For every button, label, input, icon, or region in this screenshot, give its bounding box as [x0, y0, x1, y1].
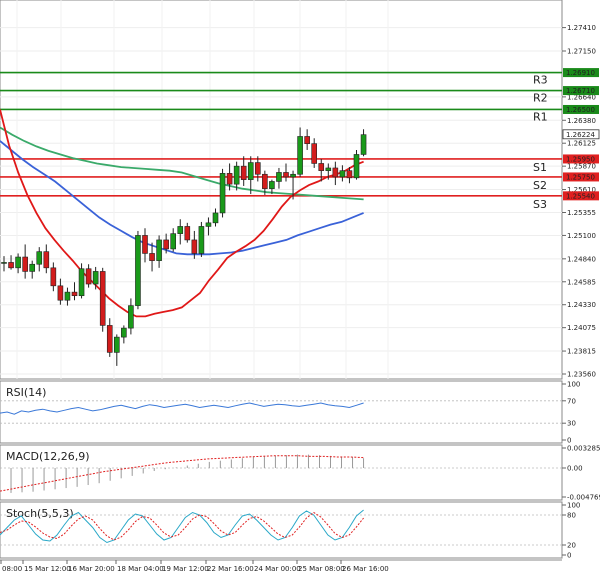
price-tick-label: 1.25870 — [567, 163, 596, 171]
time-label: 22 Mar 16:00 — [207, 565, 254, 573]
indicator-frame — [0, 501, 563, 559]
candle — [198, 221, 205, 258]
indicator-name: MACD(12,26,9) — [6, 450, 90, 463]
price-tick-label: 1.25100 — [567, 232, 596, 240]
level-name-s3: S3 — [533, 198, 547, 211]
indicator-frame — [0, 380, 563, 444]
level-price-label: 1.25750 — [566, 173, 595, 181]
price-tick-label: 1.23560 — [567, 371, 596, 379]
candle — [78, 263, 85, 299]
price-tick-label: 1.25355 — [567, 209, 596, 217]
indicator-tick-label: 0.00 — [567, 464, 583, 472]
indicator-panel-3: 100 80 20 0 Stoch(5,5,3) — [0, 501, 580, 560]
time-label: 25 Mar 08:00 — [298, 565, 345, 573]
price-tick-label: 1.27150 — [567, 47, 596, 55]
price-tick-label: 1.24840 — [567, 255, 596, 263]
candle — [219, 168, 226, 218]
indicator-panel-2: 0.003285 0.00 -0.004769 MACD(12,26,9) — [0, 444, 600, 502]
price-tick-label: 1.23815 — [567, 348, 596, 356]
indicator-tick-label: 80 — [567, 512, 576, 520]
indicator-tick-label: 100 — [567, 502, 580, 510]
forex-chart: R3R2R1S1S2S3 1.274101.271501.266401.2638… — [0, 0, 600, 578]
level-name-r1: R1 — [533, 110, 548, 123]
level-name-r3: R3 — [533, 74, 548, 87]
indicator-tick-label: 0 — [567, 437, 571, 445]
indicator-tick-label: -0.004769 — [567, 494, 600, 502]
level-name-s2: S2 — [533, 179, 547, 192]
candle — [135, 230, 141, 310]
level-price-label: 1.25540 — [566, 192, 595, 200]
indicator-panels: 100 70 30 0 RSI(14) 0.003285 0.00 -0.004769 MACD… — [0, 380, 600, 560]
indicator-name: Stoch(5,5,3) — [6, 507, 74, 520]
price-tick-label: 1.27410 — [567, 24, 596, 32]
candle — [99, 267, 106, 332]
indicator-tick-label: 30 — [567, 420, 576, 428]
time-label: 16 Mar 20:00 — [68, 565, 115, 573]
time-label: 26 Mar 16:00 — [342, 565, 389, 573]
indicator-tick-label: 20 — [567, 542, 576, 550]
indicator-tick-label: 0.003285 — [567, 445, 600, 453]
indicator-tick-label: 0 — [567, 552, 571, 560]
current-price-label: 1.26224 — [566, 131, 595, 139]
price-tick-label: 1.24585 — [567, 278, 596, 286]
time-label: 19 Mar 12:00 — [162, 565, 209, 573]
level-price-label: 1.25950 — [566, 155, 595, 163]
price-tick-label: 1.26125 — [567, 140, 596, 148]
time-label: 18 Mar 04:00 — [117, 565, 164, 573]
indicator-panel-1: 100 70 30 0 RSI(14) — [0, 380, 580, 445]
price-tick-label: 1.26380 — [567, 117, 596, 125]
indicator-tick-label: 100 — [567, 381, 580, 389]
level-name-s1: S1 — [533, 161, 547, 174]
indicator-tick-label: 70 — [567, 397, 576, 405]
level-price-label: 1.26710 — [566, 87, 595, 95]
time-label: 15 Mar 12:00 — [24, 565, 71, 573]
price-panel: R3 R2 R1 S1 S2 S3 — [0, 0, 563, 380]
price-tick-label: 1.24075 — [567, 324, 596, 332]
time-label: 08:00 — [2, 565, 22, 573]
candle — [353, 149, 360, 180]
time-label: 24 Mar 00:00 — [254, 565, 301, 573]
level-name-r2: R2 — [533, 92, 548, 105]
indicator-name: RSI(14) — [6, 386, 46, 399]
price-tick-label: 1.24330 — [567, 301, 596, 309]
level-price-label: 1.26910 — [566, 69, 595, 77]
level-price-label: 1.26500 — [566, 106, 595, 114]
